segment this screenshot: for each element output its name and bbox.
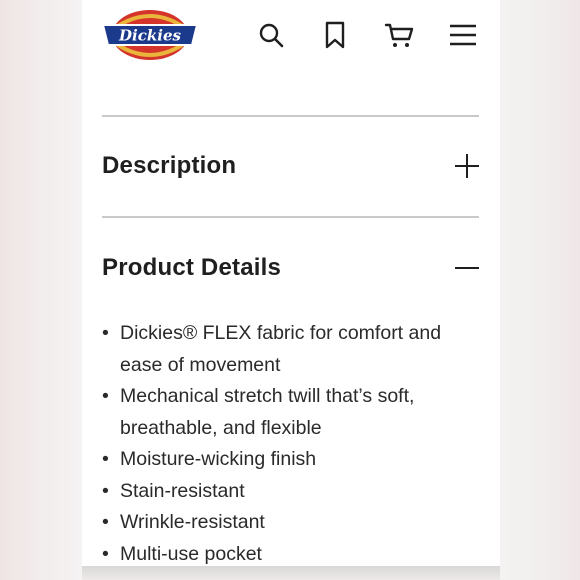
list-item: • Stain-resistant (102, 479, 245, 502)
cart-icon[interactable] (384, 20, 414, 50)
logo-wordmark: Dickies (118, 27, 181, 45)
dickies-logo-graphic: Dickies (101, 10, 199, 60)
plus-icon[interactable] (455, 154, 479, 178)
dickies-logo[interactable]: Dickies (100, 8, 200, 62)
accordion-product-details[interactable]: Product Details (102, 238, 479, 298)
search-icon[interactable] (256, 20, 286, 50)
menu-icon[interactable] (448, 20, 478, 50)
list-item: • Moisture-wicking finish (102, 448, 317, 470)
list-item: • Wrinkle-resistant (102, 511, 265, 533)
section-divider (102, 115, 479, 117)
product-details-list: • Dickies® FLEX fabric for comfort and ea… (102, 318, 482, 566)
description-title: Description (102, 152, 237, 179)
bottom-shadow (82, 566, 500, 580)
section-divider (102, 216, 479, 218)
product-details-title: Product Details (102, 254, 282, 281)
site-header: Dickies (82, 0, 500, 72)
accordion-description[interactable]: Description (102, 136, 479, 196)
product-page-panel: Dickies Description Product Details • Di… (82, 0, 500, 566)
list-item: • Mechanical stretch twill that’s soft, b… (102, 385, 415, 439)
minus-icon[interactable] (455, 256, 479, 280)
bookmark-icon[interactable] (320, 20, 350, 50)
list-item: • Multi-use pocket (102, 542, 262, 565)
list-item: • Dickies® FLEX fabric for comfort and ea… (102, 322, 442, 376)
